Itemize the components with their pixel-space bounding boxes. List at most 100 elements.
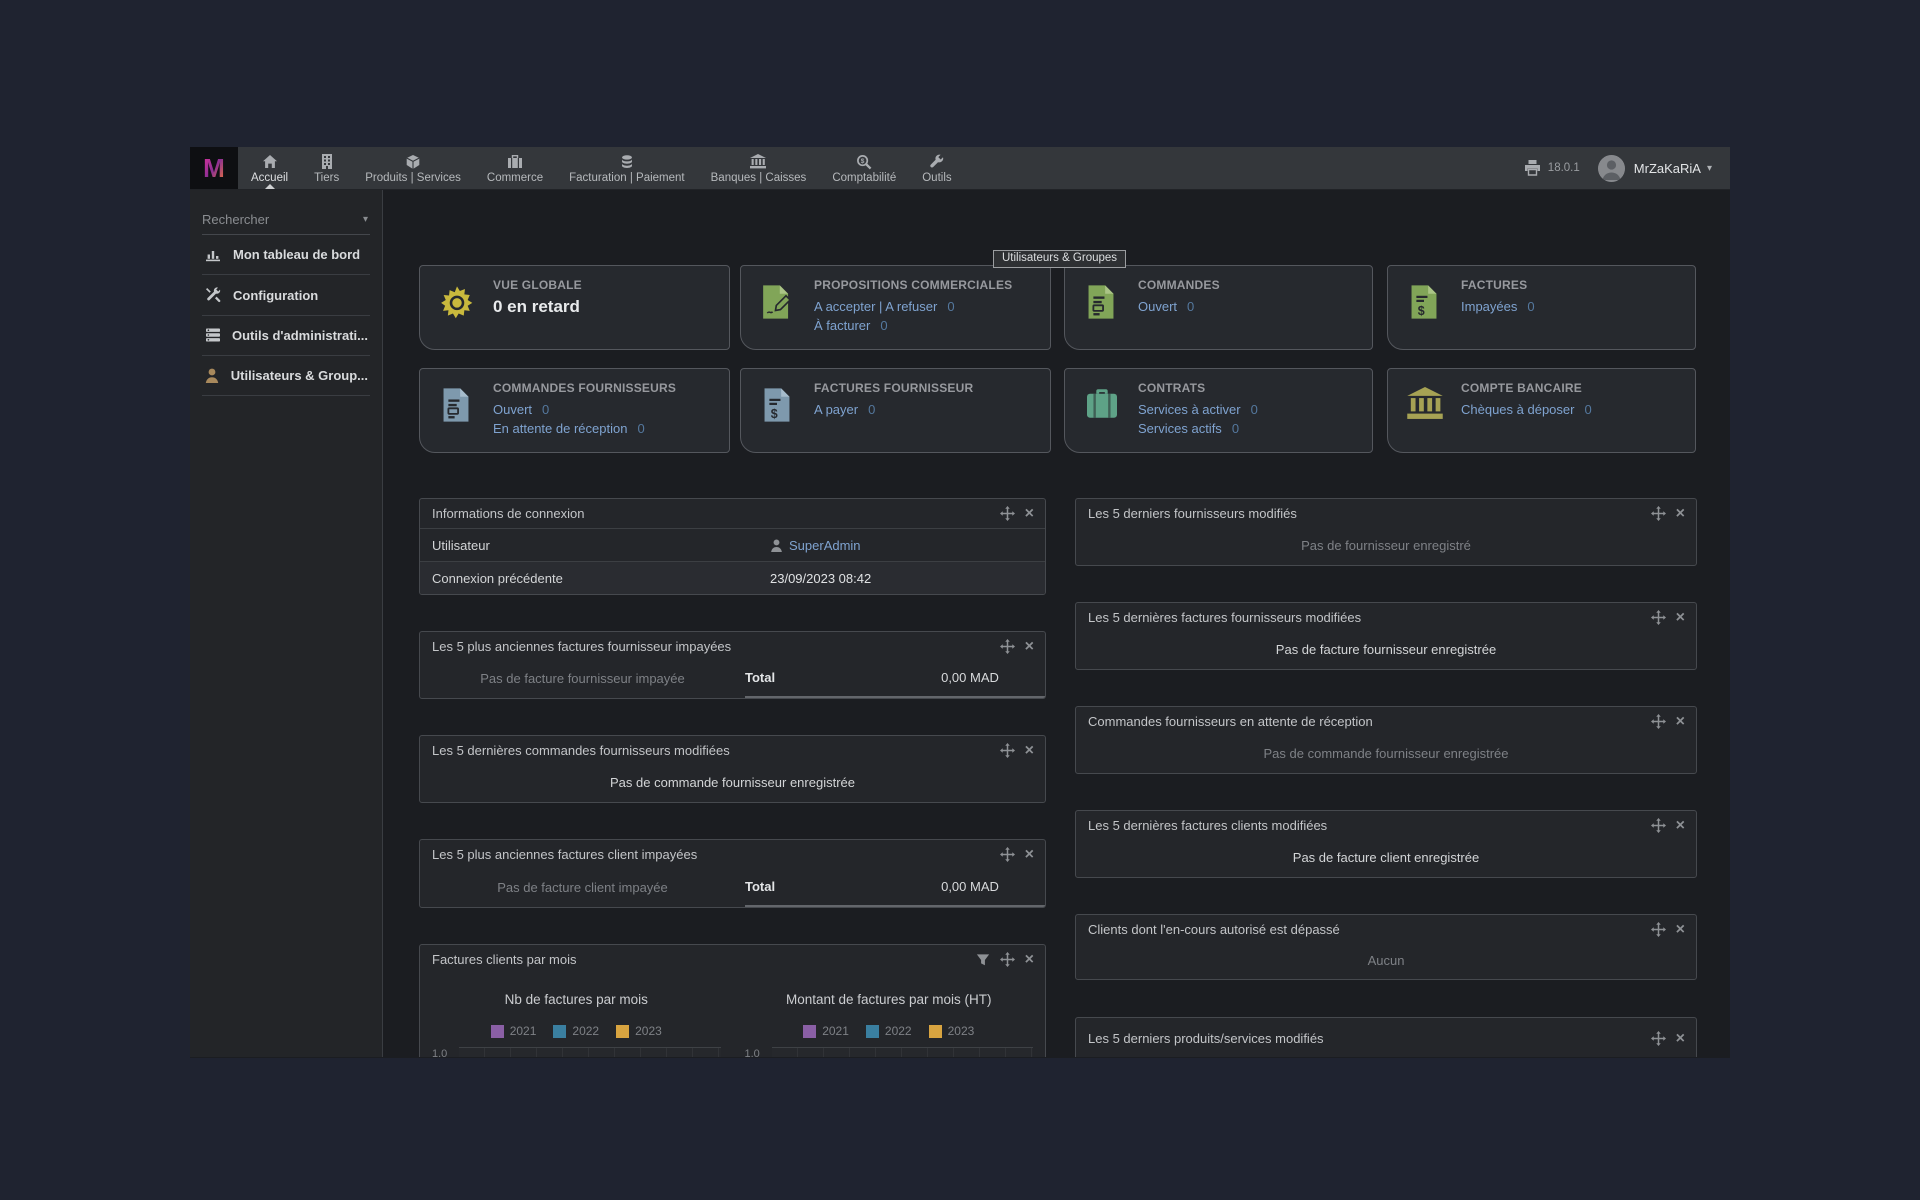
move-icon[interactable]	[1651, 818, 1666, 833]
supplier-order-icon	[439, 387, 477, 452]
chart-legend: 2021 2022 2023	[733, 1024, 1046, 1038]
chevron-down-icon[interactable]: ▾	[1707, 163, 1712, 174]
card-link[interactable]: A payer	[814, 402, 858, 417]
svg-text:$: $	[861, 158, 865, 165]
close-icon[interactable]: ×	[1676, 820, 1685, 832]
close-icon[interactable]: ×	[1025, 641, 1034, 653]
menu-item-outils[interactable]: Outils	[909, 147, 964, 189]
sidebar-item-configuration[interactable]: Configuration	[202, 275, 370, 316]
row-label: Connexion précédente	[420, 571, 770, 586]
menu-item-produits-services[interactable]: Produits | Services	[352, 147, 474, 189]
total-amount: 0,00 MAD	[895, 867, 1045, 907]
menu-label: Facturation | Paiement	[569, 172, 685, 184]
print-icon[interactable]	[1524, 160, 1541, 176]
menu-item-facturation-paiement[interactable]: Facturation | Paiement	[556, 147, 698, 189]
svg-text:M: M	[203, 153, 225, 183]
menu-item-commerce[interactable]: Commerce	[474, 147, 556, 189]
menu-label: Tiers	[314, 172, 339, 184]
widget-title: Les 5 derniers fournisseurs modifiés	[1088, 506, 1651, 521]
close-icon[interactable]: ×	[1025, 745, 1034, 757]
close-icon[interactable]: ×	[1676, 924, 1685, 936]
close-icon[interactable]: ×	[1676, 1033, 1685, 1045]
kpi-cards-row-2: COMMANDES FOURNISSEURS Ouvert 0 En attent…	[419, 368, 1730, 453]
move-icon[interactable]	[1651, 1031, 1666, 1046]
sidebar-item-label: Configuration	[233, 288, 318, 303]
move-icon[interactable]	[1651, 610, 1666, 625]
legend-swatch-2022	[553, 1025, 566, 1038]
card-title: FACTURES	[1461, 278, 1535, 292]
card-title: COMMANDES FOURNISSEURS	[493, 381, 676, 395]
close-icon[interactable]: ×	[1676, 716, 1685, 728]
tooltip: Utilisateurs & Groupes	[993, 250, 1126, 268]
widget-title: Les 5 dernières factures fournisseurs mo…	[1088, 610, 1651, 625]
chart-plot-area: 1.0	[420, 1047, 733, 1057]
card-link[interactable]: En attente de réception	[493, 421, 627, 436]
close-icon[interactable]: ×	[1025, 849, 1034, 861]
file-signature-icon	[760, 284, 798, 349]
app-logo[interactable]: M	[190, 147, 238, 189]
avatar[interactable]	[1598, 155, 1625, 182]
search-box: ▾	[202, 212, 370, 235]
move-icon[interactable]	[1000, 743, 1015, 758]
user-menu[interactable]: MrZaKaRiA	[1634, 161, 1701, 176]
coins-icon	[619, 153, 635, 170]
widget-dernieres-factures-fournisseurs-modifiees: Les 5 dernières factures fournisseurs mo…	[1075, 602, 1697, 670]
close-icon[interactable]: ×	[1025, 954, 1034, 966]
filter-icon[interactable]	[976, 953, 990, 967]
widget-title: Les 5 plus anciennes factures fournisseu…	[432, 639, 1000, 654]
search-input[interactable]	[202, 212, 363, 227]
card-link[interactable]: Impayées	[1461, 299, 1517, 314]
card-link[interactable]: Services actifs	[1138, 421, 1222, 436]
row-label: Utilisateur	[420, 538, 770, 553]
move-icon[interactable]	[1000, 952, 1015, 967]
search-caret-icon[interactable]: ▾	[363, 214, 370, 225]
empty-message: Pas de facture client impayée	[420, 867, 745, 907]
card-link-count: 0	[542, 402, 549, 417]
menu-item-banques-caisses[interactable]: Banques | Caisses	[698, 147, 820, 189]
card-link[interactable]: Ouvert	[493, 402, 532, 417]
move-icon[interactable]	[1651, 922, 1666, 937]
y-axis-tick: 1.0	[432, 1048, 459, 1057]
card-link[interactable]: Chèques à déposer	[1461, 402, 1574, 417]
card-link[interactable]: À facturer	[814, 318, 870, 333]
widget-title: Commandes fournisseurs en attente de réc…	[1088, 714, 1651, 729]
menu-item-comptabilite[interactable]: $ Comptabilité	[819, 147, 909, 189]
close-icon[interactable]: ×	[1676, 508, 1685, 520]
card-link[interactable]: Ouvert	[1138, 299, 1177, 314]
widget-clients-encours-depasse: Clients dont l'en-cours autorisé est dép…	[1075, 914, 1697, 980]
close-icon[interactable]: ×	[1676, 612, 1685, 624]
empty-message: Pas de facture client enregistrée	[1293, 850, 1479, 865]
widget-factures-clients-par-mois: Factures clients par mois × Nb de factur…	[419, 944, 1046, 1057]
sidebar-item-dashboard[interactable]: Mon tableau de bord	[202, 235, 370, 275]
close-icon[interactable]: ×	[1025, 508, 1034, 520]
file-list-icon	[1084, 284, 1122, 349]
topbar-right: 18.0.1 MrZaKaRiA ▾	[1524, 147, 1730, 189]
table-row: Utilisateur SuperAdmin	[420, 529, 1045, 561]
card-link[interactable]: A accepter | A refuser	[814, 299, 937, 314]
card-value: 0 en retard	[493, 297, 582, 317]
card-link-count: 0	[868, 402, 875, 417]
menu-label: Banques | Caisses	[711, 172, 807, 184]
menu-item-accueil[interactable]: Accueil	[238, 147, 301, 189]
legend-label: 2022	[885, 1024, 912, 1038]
card-link[interactable]: Services à activer	[1138, 402, 1241, 417]
superadmin-link[interactable]: SuperAdmin	[789, 538, 861, 553]
bar-chart-icon	[204, 247, 222, 262]
legend-swatch-2022	[866, 1025, 879, 1038]
widget-commandes-fournisseurs-modifiees: Les 5 dernières commandes fournisseurs m…	[419, 735, 1046, 803]
move-icon[interactable]	[1000, 847, 1015, 862]
move-icon[interactable]	[1651, 506, 1666, 521]
total-label: Total	[745, 867, 895, 907]
sidebar-item-users-groups[interactable]: Utilisateurs & Group...	[202, 356, 370, 396]
move-icon[interactable]	[1000, 639, 1015, 654]
sidebar-item-admin-tools[interactable]: Outils d'administrati...	[202, 316, 370, 356]
menu-item-tiers[interactable]: Tiers	[301, 147, 352, 189]
dolibarr-logo-icon: M	[198, 153, 230, 183]
cube-icon	[405, 153, 421, 170]
move-icon[interactable]	[1000, 506, 1015, 521]
home-icon	[262, 153, 278, 170]
move-icon[interactable]	[1651, 714, 1666, 729]
card-title: PROPOSITIONS COMMERCIALES	[814, 278, 1012, 292]
card-link-count: 0	[1584, 402, 1591, 417]
widget-title: Factures clients par mois	[432, 952, 976, 967]
